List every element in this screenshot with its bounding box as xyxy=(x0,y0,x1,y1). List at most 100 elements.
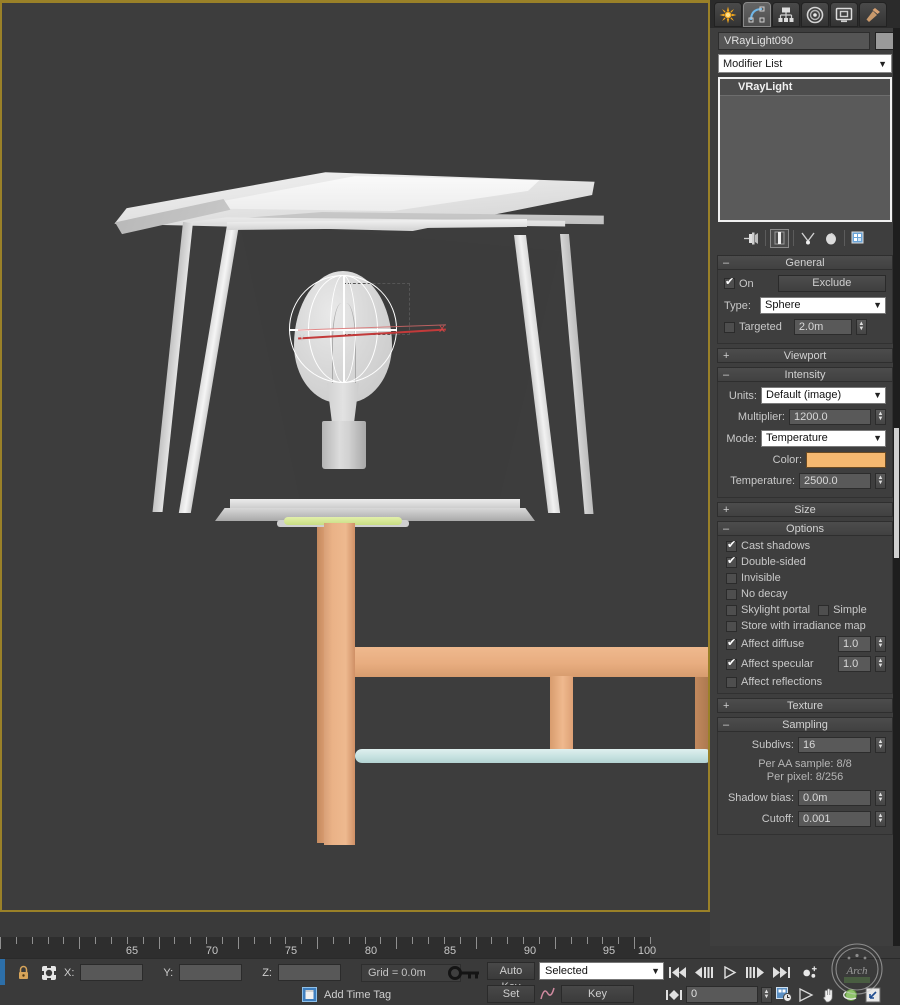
cutoff-spinner[interactable]: ▲▼ xyxy=(875,811,886,827)
invisible-checkbox[interactable] xyxy=(726,573,737,584)
application-window: X Y xyxy=(0,0,900,1005)
goto-start-icon[interactable] xyxy=(668,963,687,982)
rollout-texture-header[interactable]: + Texture xyxy=(717,698,893,713)
store-irradiance-label: Store with irradiance map xyxy=(741,620,866,632)
object-name-input[interactable]: VRayLight090 xyxy=(718,32,870,50)
key-mode-dropdown[interactable]: Selected ▼ xyxy=(539,962,664,980)
pin-stack-icon[interactable] xyxy=(742,229,761,248)
mode-dropdown[interactable]: Temperature ▼ xyxy=(761,430,886,447)
simple-checkbox[interactable] xyxy=(818,605,829,616)
frame-nav-row: 0 ▲▼ xyxy=(664,985,882,1004)
affect-diffuse-spinner[interactable]: ▲▼ xyxy=(875,636,886,652)
stack-item-vraylight[interactable]: VRayLight xyxy=(720,79,890,96)
tab-utilities[interactable] xyxy=(859,2,887,27)
targeted-distance-spinner[interactable]: ▲▼ xyxy=(856,319,867,335)
make-unique-icon[interactable] xyxy=(798,229,817,248)
temperature-spinner[interactable]: ▲▼ xyxy=(875,473,886,489)
time-config-icon[interactable] xyxy=(775,985,794,1004)
orbit-icon[interactable] xyxy=(841,985,860,1004)
set-key-button[interactable]: Set Key xyxy=(487,985,535,1003)
shadow-bias-spinner[interactable]: ▲▼ xyxy=(875,790,886,806)
toolbar-divider-2 xyxy=(793,230,794,246)
zoom-extents-icon[interactable] xyxy=(797,985,816,1004)
rollout-general-header[interactable]: – General xyxy=(717,255,893,270)
affect-diffuse-checkbox[interactable] xyxy=(726,639,737,650)
type-dropdown[interactable]: Sphere ▼ xyxy=(760,297,886,314)
affect-specular-checkbox[interactable] xyxy=(726,659,737,670)
time-tag-icon[interactable] xyxy=(300,985,319,1004)
next-frame-icon[interactable] xyxy=(746,963,765,982)
rollout-options-body: Cast shadows Double-sided Invisible No d… xyxy=(717,536,893,694)
add-time-tag-label[interactable]: Add Time Tag xyxy=(324,989,391,1001)
tab-display[interactable] xyxy=(830,2,858,27)
play-icon[interactable] xyxy=(720,963,739,982)
key-mode-toggle-icon[interactable] xyxy=(801,963,820,982)
rollout-expand-icon: + xyxy=(723,699,729,714)
command-panel-scrollbar-thumb[interactable] xyxy=(894,428,899,558)
key-step-icon[interactable] xyxy=(664,985,683,1004)
rollout-viewport-header[interactable]: + Viewport xyxy=(717,348,893,363)
targeted-distance-input[interactable]: 2.0m xyxy=(794,319,852,335)
store-irradiance-checkbox[interactable] xyxy=(726,621,737,632)
object-color-swatch[interactable] xyxy=(875,32,895,50)
tab-create[interactable] xyxy=(714,2,742,27)
remove-modifier-icon[interactable] xyxy=(821,229,840,248)
cutoff-input[interactable]: 0.001 xyxy=(798,811,871,827)
temperature-input[interactable]: 2500.0 xyxy=(799,473,871,489)
no-decay-checkbox[interactable] xyxy=(726,589,737,600)
modifier-list-dropdown[interactable]: Modifier List ▼ xyxy=(718,54,892,73)
command-panel-scrollbar[interactable] xyxy=(893,28,900,946)
modifier-stack[interactable]: VRayLight xyxy=(718,77,892,222)
timeline-ruler[interactable]: 65707580859095100 xyxy=(0,937,650,958)
key-toggle[interactable] xyxy=(447,964,481,981)
option-double-sided: Double-sided xyxy=(726,556,886,568)
current-frame-input[interactable]: 0 xyxy=(686,986,758,1003)
pan-icon[interactable] xyxy=(819,985,838,1004)
subdivs-input[interactable]: 16 xyxy=(798,737,871,753)
key-filters-button[interactable]: Key Filters... xyxy=(561,985,634,1003)
previous-frame-icon[interactable] xyxy=(694,963,713,982)
key-curve-icon[interactable] xyxy=(538,984,557,1003)
rollout-intensity-header[interactable]: – Intensity xyxy=(717,367,893,382)
tab-motion[interactable] xyxy=(801,2,829,27)
tab-modify[interactable] xyxy=(743,2,771,27)
viewport-perspective[interactable]: X Y xyxy=(0,0,710,912)
x-coordinate-input[interactable] xyxy=(80,964,143,981)
multiplier-spinner[interactable]: ▲▼ xyxy=(875,409,886,425)
affect-reflections-checkbox[interactable] xyxy=(726,677,737,688)
on-checkbox[interactable] xyxy=(724,278,735,289)
affect-specular-input[interactable]: 1.0 xyxy=(838,656,871,672)
rollout-sampling-header[interactable]: – Sampling xyxy=(717,717,893,732)
current-frame-spinner[interactable]: ▲▼ xyxy=(761,987,772,1003)
targeted-checkbox[interactable] xyxy=(724,322,735,333)
maximize-viewport-icon[interactable] xyxy=(863,985,882,1004)
units-dropdown[interactable]: Default (image) ▼ xyxy=(761,387,886,404)
rollout-size-header[interactable]: + Size xyxy=(717,502,893,517)
lock-icon[interactable] xyxy=(14,963,33,982)
subdivs-spinner[interactable]: ▲▼ xyxy=(875,737,886,753)
viewport-canvas[interactable]: X Y xyxy=(2,3,708,910)
light-color-swatch[interactable] xyxy=(806,452,886,468)
y-coordinate-input[interactable] xyxy=(179,964,242,981)
x-label: X: xyxy=(64,967,74,979)
ruler-minor-tick xyxy=(539,937,540,944)
y-label: Y: xyxy=(163,967,173,979)
timeline-bar[interactable]: 65707580859095100 xyxy=(0,912,710,958)
auto-key-button[interactable]: Auto Key xyxy=(487,962,535,980)
affect-diffuse-input[interactable]: 1.0 xyxy=(838,636,871,652)
configure-sets-icon[interactable] xyxy=(849,229,868,248)
tab-hierarchy[interactable] xyxy=(772,2,800,27)
z-coordinate-input[interactable] xyxy=(278,964,341,981)
goto-end-icon[interactable] xyxy=(772,963,791,982)
skylight-portal-checkbox[interactable] xyxy=(726,605,737,616)
affect-specular-spinner[interactable]: ▲▼ xyxy=(875,656,886,672)
exclude-button[interactable]: Exclude xyxy=(778,275,886,292)
ruler-minor-tick xyxy=(491,937,492,944)
shadow-bias-input[interactable]: 0.0m xyxy=(798,790,871,806)
selection-lock-icon[interactable] xyxy=(39,963,58,982)
double-sided-checkbox[interactable] xyxy=(726,557,737,568)
cast-shadows-checkbox[interactable] xyxy=(726,541,737,552)
show-end-result-icon[interactable] xyxy=(770,229,789,248)
multiplier-input[interactable]: 1200.0 xyxy=(789,409,871,425)
rollout-options-header[interactable]: – Options xyxy=(717,521,893,536)
